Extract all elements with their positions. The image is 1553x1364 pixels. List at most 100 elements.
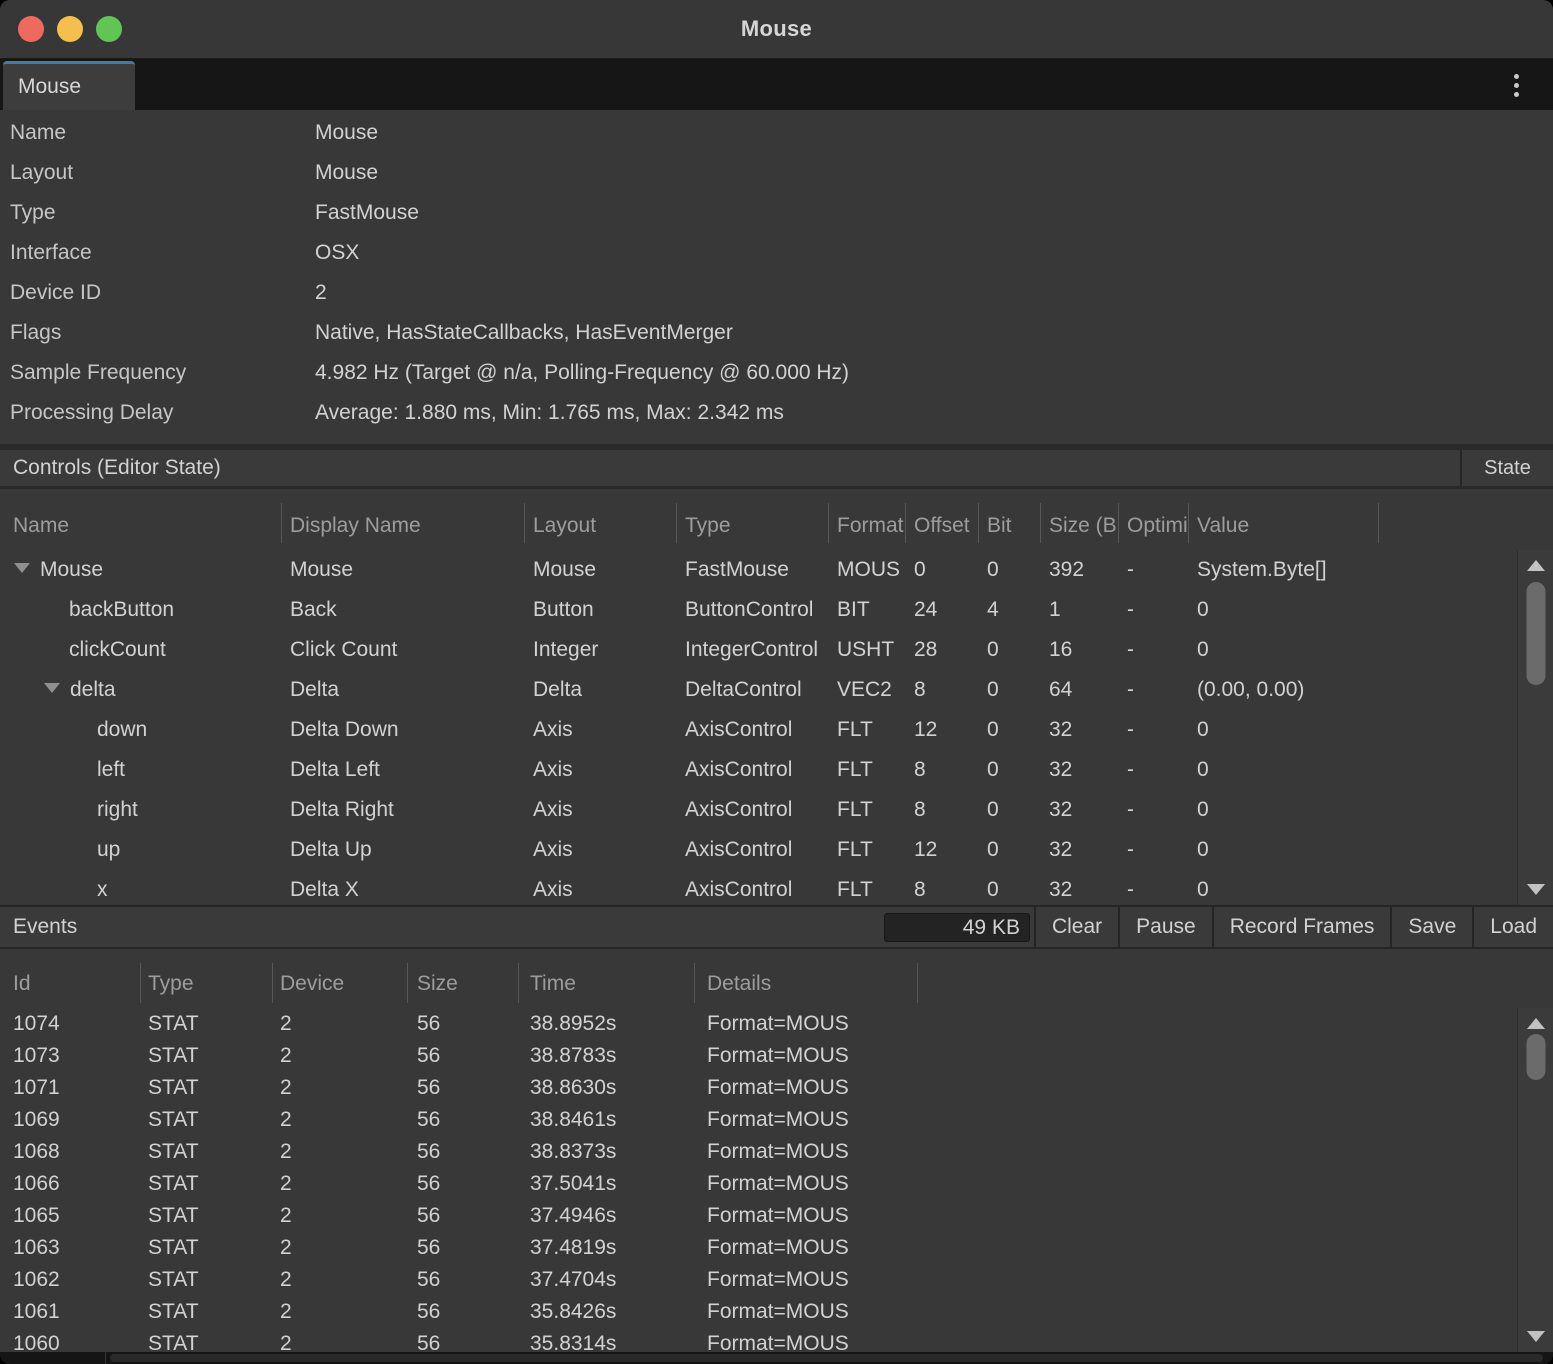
controls-row[interactable]: rightDelta RightAxisAxisControlFLT8032-0 — [0, 790, 1553, 830]
cell-bit: 0 — [978, 870, 1040, 905]
cell-id: 1065 — [0, 1200, 140, 1232]
cell-id: 1073 — [0, 1040, 140, 1072]
device-info-row: TypeFastMouse — [0, 193, 1553, 233]
event-row[interactable]: 1071STAT25638.8630sFormat=MOUS — [0, 1072, 1553, 1104]
column-header-type[interactable]: Type — [140, 949, 272, 1008]
title-bar[interactable]: Mouse — [0, 0, 1553, 59]
zoom-window-button[interactable] — [96, 16, 122, 42]
cell-type: STAT — [140, 1328, 272, 1352]
cell-optimized: - — [1118, 870, 1188, 905]
tab-mouse[interactable]: Mouse — [3, 61, 135, 110]
info-label: Device ID — [0, 281, 315, 305]
cell-id: 1061 — [0, 1296, 140, 1328]
column-header-device[interactable]: Device — [272, 949, 407, 1008]
foldout-triangle-icon[interactable] — [14, 563, 30, 573]
controls-row[interactable]: upDelta UpAxisAxisControlFLT12032-0 — [0, 830, 1553, 870]
event-row[interactable]: 1066STAT25637.5041sFormat=MOUS — [0, 1168, 1553, 1200]
device-info-row: InterfaceOSX — [0, 233, 1553, 273]
cell-layout: Axis — [524, 870, 676, 905]
cell-display: Delta Up — [281, 830, 524, 870]
event-row[interactable]: 1069STAT25638.8461sFormat=MOUS — [0, 1104, 1553, 1136]
column-header-bit[interactable]: Bit — [978, 489, 1040, 550]
load-button[interactable]: Load — [1472, 907, 1553, 947]
clear-button[interactable]: Clear — [1034, 907, 1118, 947]
column-header-time[interactable]: Time — [518, 949, 694, 1008]
cell-size: 56 — [407, 1328, 518, 1352]
column-header-id[interactable]: Id — [0, 949, 140, 1008]
device-info-row: Processing DelayAverage: 1.880 ms, Min: … — [0, 393, 1553, 433]
cell-type: STAT — [140, 1008, 272, 1040]
controls-row[interactable]: downDelta DownAxisAxisControlFLT12032-0 — [0, 710, 1553, 750]
event-row[interactable]: 1062STAT25637.4704sFormat=MOUS — [0, 1264, 1553, 1296]
controls-row[interactable]: MouseMouseMouseFastMouseMOUS00392-System… — [0, 550, 1553, 590]
event-row[interactable]: 1063STAT25637.4819sFormat=MOUS — [0, 1232, 1553, 1264]
close-window-button[interactable] — [18, 16, 44, 42]
cell-size: 392 — [1040, 550, 1118, 590]
cell-bit: 0 — [978, 830, 1040, 870]
controls-scrollbar[interactable] — [1517, 550, 1553, 905]
cell-offset: 12 — [905, 710, 978, 750]
scrollbar-thumb[interactable] — [110, 1354, 1543, 1362]
controls-row[interactable]: leftDelta LeftAxisAxisControlFLT8032-0 — [0, 750, 1553, 790]
column-header-display-name[interactable]: Display Name — [281, 489, 524, 550]
column-header-offset[interactable]: Offset — [905, 489, 978, 550]
cell-type: STAT — [140, 1104, 272, 1136]
minimize-window-button[interactable] — [57, 16, 83, 42]
column-header-size[interactable]: Size — [407, 949, 518, 1008]
cell-size: 56 — [407, 1232, 518, 1264]
column-header-type[interactable]: Type — [676, 489, 828, 550]
column-header-name[interactable]: Name — [0, 489, 281, 550]
cell-device: 2 — [272, 1264, 407, 1296]
column-header-details[interactable]: Details — [694, 949, 917, 1008]
horizontal-scrollbar[interactable] — [0, 1352, 1553, 1364]
events-scrollbar[interactable] — [1517, 1008, 1553, 1352]
cell-type: ButtonControl — [676, 590, 828, 630]
scroll-down-arrow-icon[interactable] — [1527, 884, 1545, 895]
state-button[interactable]: State — [1460, 450, 1553, 486]
cell-type: IntegerControl — [676, 630, 828, 670]
controls-row[interactable]: backButtonBackButtonButtonControlBIT2441… — [0, 590, 1553, 630]
info-value: OSX — [315, 241, 359, 265]
cell-size: 32 — [1040, 870, 1118, 905]
column-header-value[interactable]: Value — [1188, 489, 1378, 550]
event-row[interactable]: 1060STAT25635.8314sFormat=MOUS — [0, 1328, 1553, 1352]
cell-value: (0.00, 0.00) — [1188, 670, 1378, 710]
column-header-size-bits[interactable]: Size (Bits) — [1040, 489, 1118, 550]
kebab-menu-icon[interactable] — [1505, 70, 1527, 100]
event-row[interactable]: 1061STAT25635.8426sFormat=MOUS — [0, 1296, 1553, 1328]
device-info-panel: NameMouseLayoutMouseTypeFastMouseInterfa… — [0, 110, 1553, 444]
cell-id: 1063 — [0, 1232, 140, 1264]
cell-details: Format=MOUS — [694, 1136, 917, 1168]
save-button[interactable]: Save — [1390, 907, 1472, 947]
controls-row[interactable]: xDelta XAxisAxisControlFLT8032-0 — [0, 870, 1553, 905]
scrollbar-thumb[interactable] — [1526, 582, 1545, 685]
cell-time: 37.4819s — [518, 1232, 694, 1264]
event-row[interactable]: 1065STAT25637.4946sFormat=MOUS — [0, 1200, 1553, 1232]
cell-size: 64 — [1040, 670, 1118, 710]
event-row[interactable]: 1068STAT25638.8373sFormat=MOUS — [0, 1136, 1553, 1168]
cell-format: BIT — [828, 590, 905, 630]
scroll-down-arrow-icon[interactable] — [1527, 1331, 1545, 1342]
column-header-format[interactable]: Format — [828, 489, 905, 550]
scrollbar-thumb[interactable] — [1526, 1034, 1545, 1080]
record-frames-button[interactable]: Record Frames — [1212, 907, 1391, 947]
column-header-layout[interactable]: Layout — [524, 489, 676, 550]
controls-row[interactable]: clickCountClick CountIntegerIntegerContr… — [0, 630, 1553, 670]
cell-type: DeltaControl — [676, 670, 828, 710]
pause-button[interactable]: Pause — [1118, 907, 1212, 947]
event-row[interactable]: 1074STAT25638.8952sFormat=MOUS — [0, 1008, 1553, 1040]
controls-row[interactable]: deltaDeltaDeltaDeltaControlVEC28064-(0.0… — [0, 670, 1553, 710]
cell-size: 56 — [407, 1136, 518, 1168]
scroll-up-arrow-icon[interactable] — [1527, 1018, 1545, 1029]
cell-value: 0 — [1188, 870, 1378, 905]
cell-filler — [917, 1328, 1553, 1352]
scroll-up-arrow-icon[interactable] — [1527, 560, 1545, 571]
cell-layout: Integer — [524, 630, 676, 670]
cell-offset: 8 — [905, 870, 978, 905]
controls-section-title: Controls (Editor State) — [0, 456, 1460, 480]
event-row[interactable]: 1073STAT25638.8783sFormat=MOUS — [0, 1040, 1553, 1072]
cell-name: x — [0, 870, 281, 905]
column-header-optimized[interactable]: Optimized — [1118, 489, 1188, 550]
foldout-triangle-icon[interactable] — [44, 683, 60, 693]
cell-type: FastMouse — [676, 550, 828, 590]
